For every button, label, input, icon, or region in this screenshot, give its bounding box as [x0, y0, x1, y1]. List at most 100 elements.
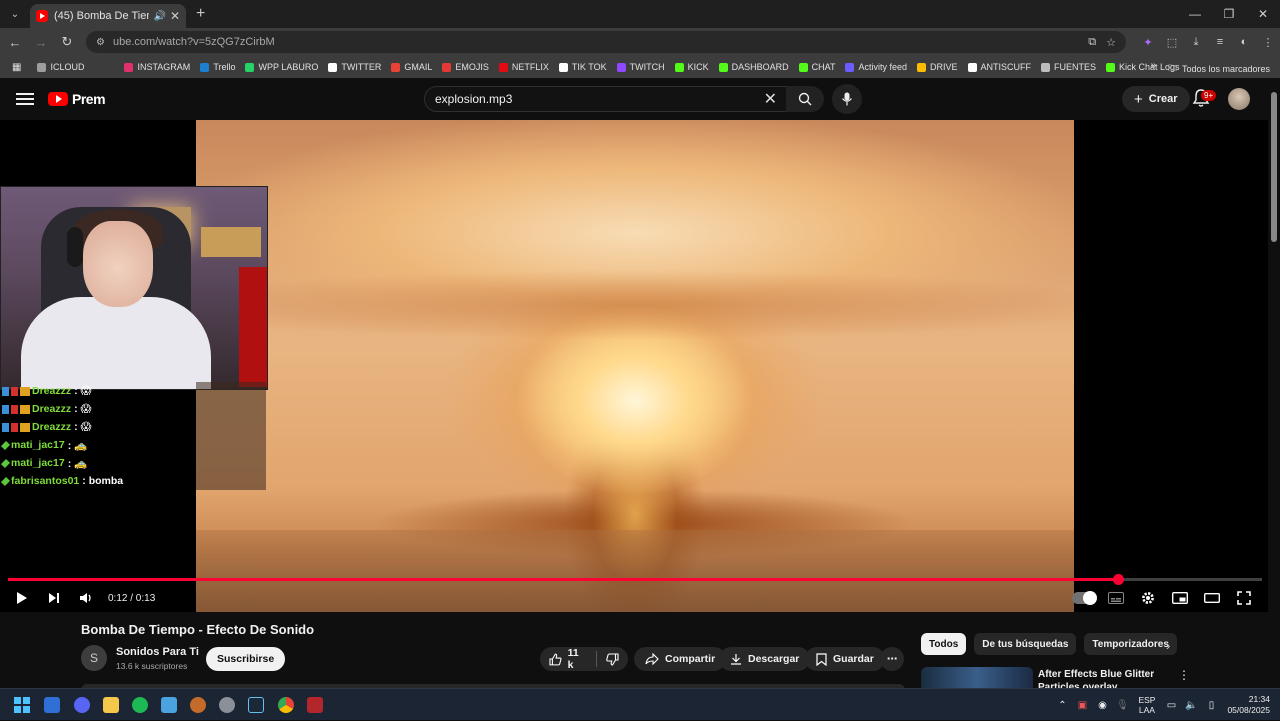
fullscreen-button[interactable] — [1228, 588, 1260, 608]
app-launcher-icon[interactable] — [44, 697, 60, 713]
share-button[interactable]: Compartir — [634, 647, 727, 671]
clock[interactable]: 21:34 05/08/2025 — [1227, 694, 1270, 716]
search-button[interactable] — [786, 86, 824, 112]
save-button[interactable]: Guardar — [805, 647, 885, 671]
battery-icon[interactable]: ▯ — [1201, 700, 1221, 711]
page-scrollbar[interactable] — [1268, 78, 1280, 688]
bookmark-item[interactable]: DRIVE — [916, 62, 958, 72]
recommended-thumbnail[interactable] — [921, 667, 1033, 689]
play-button[interactable] — [6, 591, 38, 605]
address-bar[interactable]: ⚙ ube.com/watch?v=5zQG7zCirbM ⧉ ☆ — [86, 31, 1126, 53]
like-button[interactable]: 11 k — [540, 647, 596, 671]
bookmark-item[interactable]: INSTAGRAM — [124, 62, 190, 72]
minimize-button[interactable]: — — [1178, 0, 1212, 28]
chips-next-arrow-icon[interactable]: › — [1166, 638, 1170, 653]
filter-chip[interactable]: De tus búsquedas — [974, 633, 1077, 655]
network-icon[interactable]: ▭ — [1161, 700, 1181, 711]
media-control-icon[interactable]: ≡ — [1208, 36, 1232, 49]
forward-button[interactable]: → — [28, 35, 54, 50]
app-gray-icon[interactable] — [219, 697, 235, 713]
tab-audio-icon[interactable]: 🔊 — [153, 11, 165, 22]
more-actions-button[interactable]: ⋯ — [880, 647, 904, 671]
bookmark-item[interactable]: Activity feed — [845, 62, 907, 72]
profile-icon[interactable]: ◐ — [1232, 36, 1256, 49]
bookmark-item[interactable]: TWITCH — [616, 62, 665, 72]
bookmark-item[interactable]: WPP LABURO — [245, 62, 318, 72]
close-window-button[interactable]: ✕ — [1246, 0, 1280, 28]
settings-button[interactable] — [1132, 588, 1164, 608]
app-orange-icon[interactable] — [190, 697, 206, 713]
tray-mic-icon[interactable]: 🎙 — [1112, 700, 1132, 711]
tray-overflow-icon[interactable]: ⌃ — [1052, 700, 1072, 711]
subscribe-button[interactable]: Suscribirse — [206, 647, 286, 671]
bookmark-item[interactable]: DASHBOARD — [718, 62, 789, 72]
channel-avatar[interactable]: S — [81, 645, 107, 671]
bookmarks-overflow-button[interactable]: » — [1150, 60, 1156, 71]
steam-icon[interactable] — [248, 697, 264, 713]
restore-button[interactable]: ❐ — [1212, 0, 1246, 28]
tray-app2-icon[interactable]: ◉ — [1092, 700, 1112, 711]
filter-chip[interactable]: Temporizadores — [1084, 633, 1177, 655]
guide-menu-icon[interactable] — [16, 93, 34, 105]
bookmark-item[interactable]: ICLOUD — [37, 62, 84, 72]
recommended-menu-icon[interactable]: ⋮ — [1178, 668, 1190, 682]
new-tab-button[interactable]: + — [196, 5, 205, 23]
bookmark-star-icon[interactable]: ☆ — [1106, 36, 1116, 49]
voice-search-button[interactable] — [832, 84, 862, 114]
bookmark-item[interactable]: KICK — [674, 62, 709, 72]
dislike-button[interactable] — [597, 647, 628, 671]
browser-menu-icon[interactable]: ⋮ — [1256, 36, 1280, 49]
account-avatar[interactable] — [1228, 88, 1250, 110]
back-button[interactable]: ← — [2, 35, 28, 50]
download-icon[interactable]: ⤓ — [1184, 36, 1208, 49]
youtube-logo[interactable]: Prem — [48, 91, 106, 107]
bookmark-favicon-icon — [558, 62, 568, 72]
notepad-icon[interactable] — [161, 697, 177, 713]
discord-icon[interactable] — [74, 697, 90, 713]
browser-tab-active[interactable]: (45) Bomba De Tiempo - Ef 🔊 ✕ — [30, 4, 186, 28]
voicemod-icon[interactable] — [307, 697, 323, 713]
theater-mode-button[interactable] — [1196, 588, 1228, 608]
bookmark-item[interactable]: Trello — [200, 62, 235, 72]
download-button[interactable]: Descargar — [719, 647, 811, 671]
all-bookmarks-folder[interactable]: 🗀 Todos los marcadores — [1168, 61, 1270, 77]
reload-button[interactable]: ↻ — [54, 34, 80, 50]
channel-name[interactable]: Sonidos Para Ti — [116, 646, 199, 658]
site-info-icon[interactable]: ⚙ — [96, 37, 105, 48]
subtitles-button[interactable] — [1100, 588, 1132, 608]
next-button[interactable] — [38, 592, 70, 604]
recommended-title[interactable]: After Effects Blue Glitter Particles ove… — [1038, 668, 1168, 688]
bookmark-item[interactable]: TIK TOK — [558, 62, 607, 72]
speaker-icon[interactable]: 🔈 — [1181, 700, 1201, 711]
autoplay-toggle[interactable] — [1068, 588, 1100, 608]
progress-bar[interactable] — [8, 574, 1262, 585]
search-input[interactable]: explosion.mp3 ✕ — [424, 86, 788, 112]
spotify-icon[interactable] — [132, 697, 148, 713]
install-app-icon[interactable]: ⧉ — [1088, 36, 1096, 49]
volume-button[interactable] — [70, 592, 102, 604]
tab-close-icon[interactable]: ✕ — [170, 9, 180, 23]
chrome-icon[interactable] — [278, 697, 294, 713]
bookmark-item[interactable]: EMOJIS — [442, 62, 489, 72]
bookmark-item[interactable]: GMAIL — [391, 62, 432, 72]
file-explorer-icon[interactable] — [103, 697, 119, 713]
clear-search-icon[interactable]: ✕ — [764, 89, 777, 109]
scrollbar-thumb[interactable] — [1271, 92, 1277, 242]
bookmark-label: FUENTES — [1054, 62, 1097, 72]
windows-start-icon[interactable] — [14, 697, 30, 713]
bookmark-item[interactable]: CHAT — [798, 62, 835, 72]
keyboard-language[interactable]: ESP LAA — [1138, 695, 1155, 715]
miniplayer-button[interactable] — [1164, 588, 1196, 608]
extension-icon[interactable]: ✦ — [1136, 36, 1160, 49]
filter-chip[interactable]: Todos — [921, 633, 967, 655]
bookmark-item[interactable]: NETFLIX — [498, 62, 549, 72]
bookmark-item[interactable]: TWITTER — [328, 62, 381, 72]
bookmark-item[interactable]: FUENTES — [1041, 62, 1096, 72]
bookmark-item[interactable]: ANTISCUFF — [967, 62, 1031, 72]
apps-grid-icon[interactable]: ▦ — [12, 62, 21, 73]
video-frame-explosion[interactable] — [196, 120, 1074, 612]
extensions-puzzle-icon[interactable]: ⬚ — [1160, 36, 1184, 49]
create-button[interactable]: + Crear — [1122, 86, 1190, 112]
tab-search-button[interactable]: ⌄ — [4, 4, 26, 24]
tray-app-icon[interactable]: ▣ — [1072, 700, 1092, 711]
